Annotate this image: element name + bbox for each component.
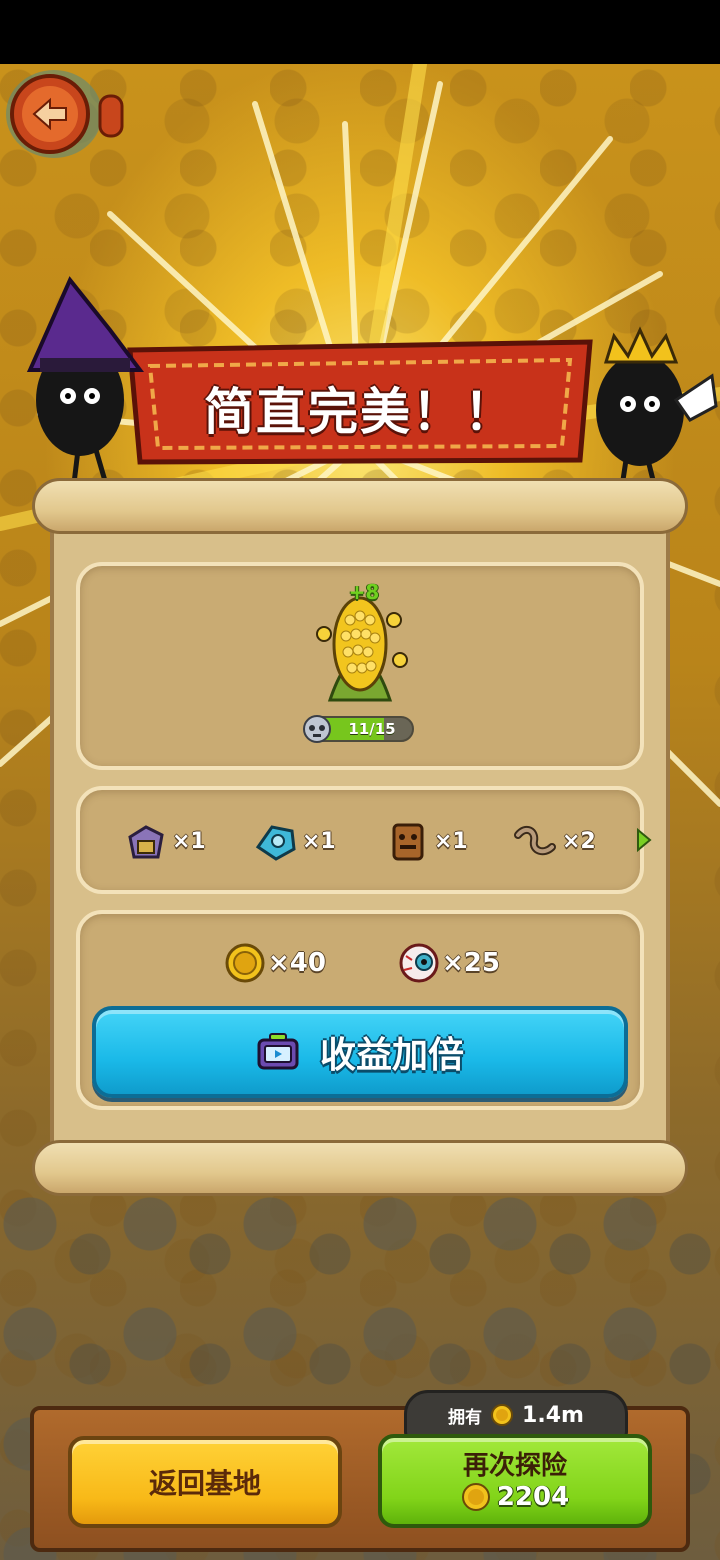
tv-ad-icon (257, 1033, 299, 1070)
reward-eyeballs: ×25 (398, 938, 500, 988)
explore-again-label: 再次探险 (462, 1451, 567, 1481)
item-totem-count: ×1 (434, 828, 468, 854)
owned-label: 拥有 (448, 1407, 483, 1428)
king-bug-character (596, 326, 718, 501)
skull-icon (303, 715, 331, 743)
item-mechanical[interactable]: ×1 (252, 816, 336, 866)
item-worm-count: ×2 (562, 828, 596, 854)
explore-again-button[interactable]: 再次探险 2204 (378, 1434, 652, 1528)
crop-progress-text: 11/15 (348, 720, 396, 738)
scroll-bottom-roll (32, 1140, 688, 1196)
witch-bug-character (26, 276, 144, 501)
item-armor-count: ×1 (172, 828, 206, 854)
reward-eyeballs-count: ×25 (442, 948, 500, 978)
item-armor[interactable]: ×1 (122, 816, 206, 866)
scroll-top-roll (32, 478, 688, 534)
item-mechanical-count: ×1 (302, 828, 336, 854)
wooden-totem-icon (392, 823, 424, 861)
explore-again-cost: 2204 (461, 1482, 569, 1512)
return-base-label: 返回基地 (148, 1467, 261, 1500)
crop-bonus: +8 (348, 580, 380, 604)
mechanical-part-icon (255, 825, 296, 861)
gold-coin-icon (461, 1483, 490, 1511)
owned-coins-tag: 拥有 1.4m (404, 1390, 628, 1440)
item-worm[interactable]: ×2 (512, 816, 596, 866)
gold-coin-icon (491, 1404, 514, 1426)
gold-coin-icon (225, 943, 265, 983)
reward-coins: ×40 (224, 938, 326, 988)
reward-coins-count: ×40 (268, 948, 326, 978)
result-title: 简直完美！！ (204, 383, 516, 441)
item-totem[interactable]: ×1 (384, 816, 468, 866)
armor-chest-icon (128, 825, 164, 859)
double-rewards-button[interactable]: 收益加倍 (92, 1006, 628, 1098)
owned-value: 1.4m (522, 1402, 584, 1428)
items-next-arrow-icon[interactable] (634, 826, 654, 854)
explore-again-cost-value: 2204 (496, 1482, 570, 1512)
return-base-button[interactable]: 返回基地 (68, 1436, 342, 1528)
back-button[interactable] (4, 66, 124, 166)
eyeball-icon (399, 943, 439, 983)
status-bar (0, 0, 720, 64)
worm-icon (514, 825, 556, 856)
double-rewards-label: 收益加倍 (319, 1035, 464, 1076)
